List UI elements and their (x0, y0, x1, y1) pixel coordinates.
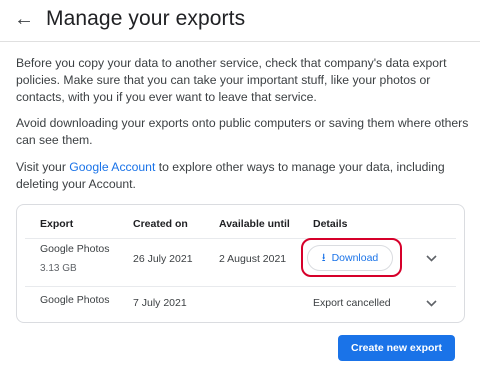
exports-table: Export Created on Available until Detail… (16, 204, 465, 323)
column-header-details: Details (313, 218, 348, 230)
created-date: 7 July 2021 (133, 297, 187, 309)
google-account-link[interactable]: Google Account (69, 160, 155, 174)
intro-paragraph-account: Visit your Google Account to explore oth… (16, 159, 472, 193)
expand-chevron-icon[interactable] (424, 251, 438, 265)
intro-paragraph-policy: Before you copy your data to another ser… (16, 56, 447, 104)
column-header-created-on: Created on (133, 218, 188, 230)
export-status: Export cancelled (313, 297, 391, 309)
column-header-export: Export (40, 218, 74, 230)
export-name: Google Photos (40, 294, 110, 306)
available-until-date: 2 August 2021 (219, 253, 287, 265)
back-arrow-icon[interactable]: ← (14, 9, 36, 29)
page-title: Manage your exports (46, 7, 246, 30)
page-header: ← Manage your exports (14, 2, 245, 36)
column-header-available-until: Available until (219, 218, 290, 230)
export-name: Google Photos (40, 243, 110, 255)
export-size: 3.13 GB (40, 263, 77, 274)
created-date: 26 July 2021 (133, 253, 193, 265)
header-divider (0, 41, 480, 42)
intro-text-before-link: Visit your (16, 160, 70, 174)
download-highlight-annotation (301, 238, 402, 277)
create-new-export-button[interactable]: Create new export (338, 335, 455, 361)
intro-paragraph-public-computers: Avoid downloading your exports onto publ… (16, 116, 469, 147)
row-divider (25, 286, 456, 287)
expand-chevron-icon[interactable] (424, 296, 438, 310)
